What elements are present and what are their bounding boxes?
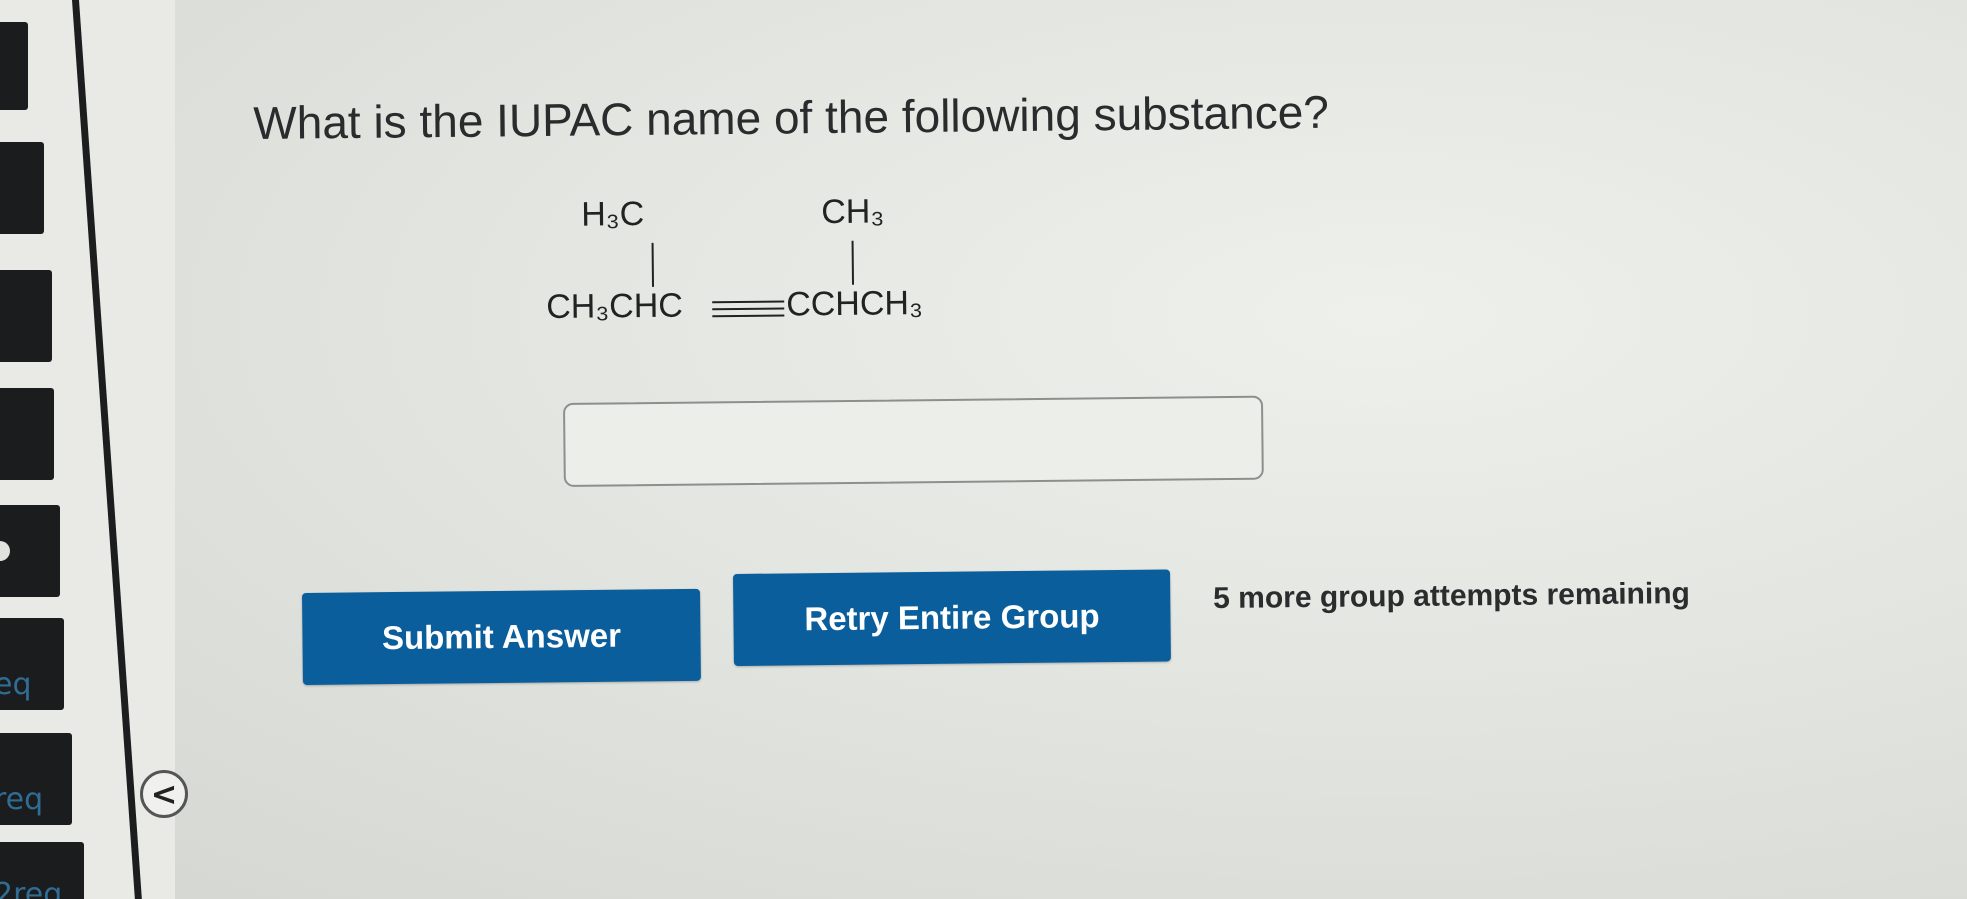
sidebar-tab-2req[interactable]: 2req (0, 842, 84, 899)
answer-field[interactable] (563, 395, 1264, 487)
structure-triple-bond (712, 300, 785, 318)
attempts-remaining-text: 5 more group attempts remaining (1213, 577, 1691, 615)
retry-entire-group-button[interactable]: Retry Entire Group (733, 569, 1171, 666)
question-text: What is the IUPAC name of the following … (253, 85, 1330, 149)
sidebar-tab-req[interactable]: req (0, 733, 72, 825)
sidebar-tab-5[interactable] (0, 505, 60, 597)
structure-main-chain-right: CCHCH₃ (786, 284, 924, 324)
sidebar-tab-1[interactable] (0, 22, 28, 110)
structure-main-chain-left: CH₃CHC (546, 286, 684, 326)
structure-left-single-bond (651, 242, 655, 287)
sidebar-divider (72, 0, 142, 899)
submit-answer-button[interactable]: Submit Answer (302, 588, 701, 685)
structure-top-right-group: CH₃ (821, 192, 885, 232)
sidebar-tab-label: 2req (0, 877, 63, 899)
assignment-page: eq req 2req < What is the IUPAC name of … (0, 0, 1967, 899)
sidebar-tab-label: eq (0, 667, 32, 702)
sidebar-tab-eq[interactable]: eq (0, 618, 64, 710)
sidebar-tab-4[interactable] (0, 388, 54, 480)
structure-right-single-bond (851, 240, 855, 285)
structure-top-left-group: H₃C (581, 194, 645, 234)
collapse-sidebar-button[interactable]: < (140, 770, 188, 818)
status-dot-icon (0, 541, 10, 561)
chevron-left-icon: < (150, 775, 178, 813)
sidebar-tab-3[interactable] (0, 270, 52, 362)
chemical-structure: H₃C CH₃ CH₃CHC CCHCH₃ (545, 185, 1007, 340)
sidebar-tab-2[interactable] (0, 142, 44, 234)
sidebar: eq req 2req (0, 0, 175, 899)
sidebar-tab-label: req (0, 782, 44, 817)
